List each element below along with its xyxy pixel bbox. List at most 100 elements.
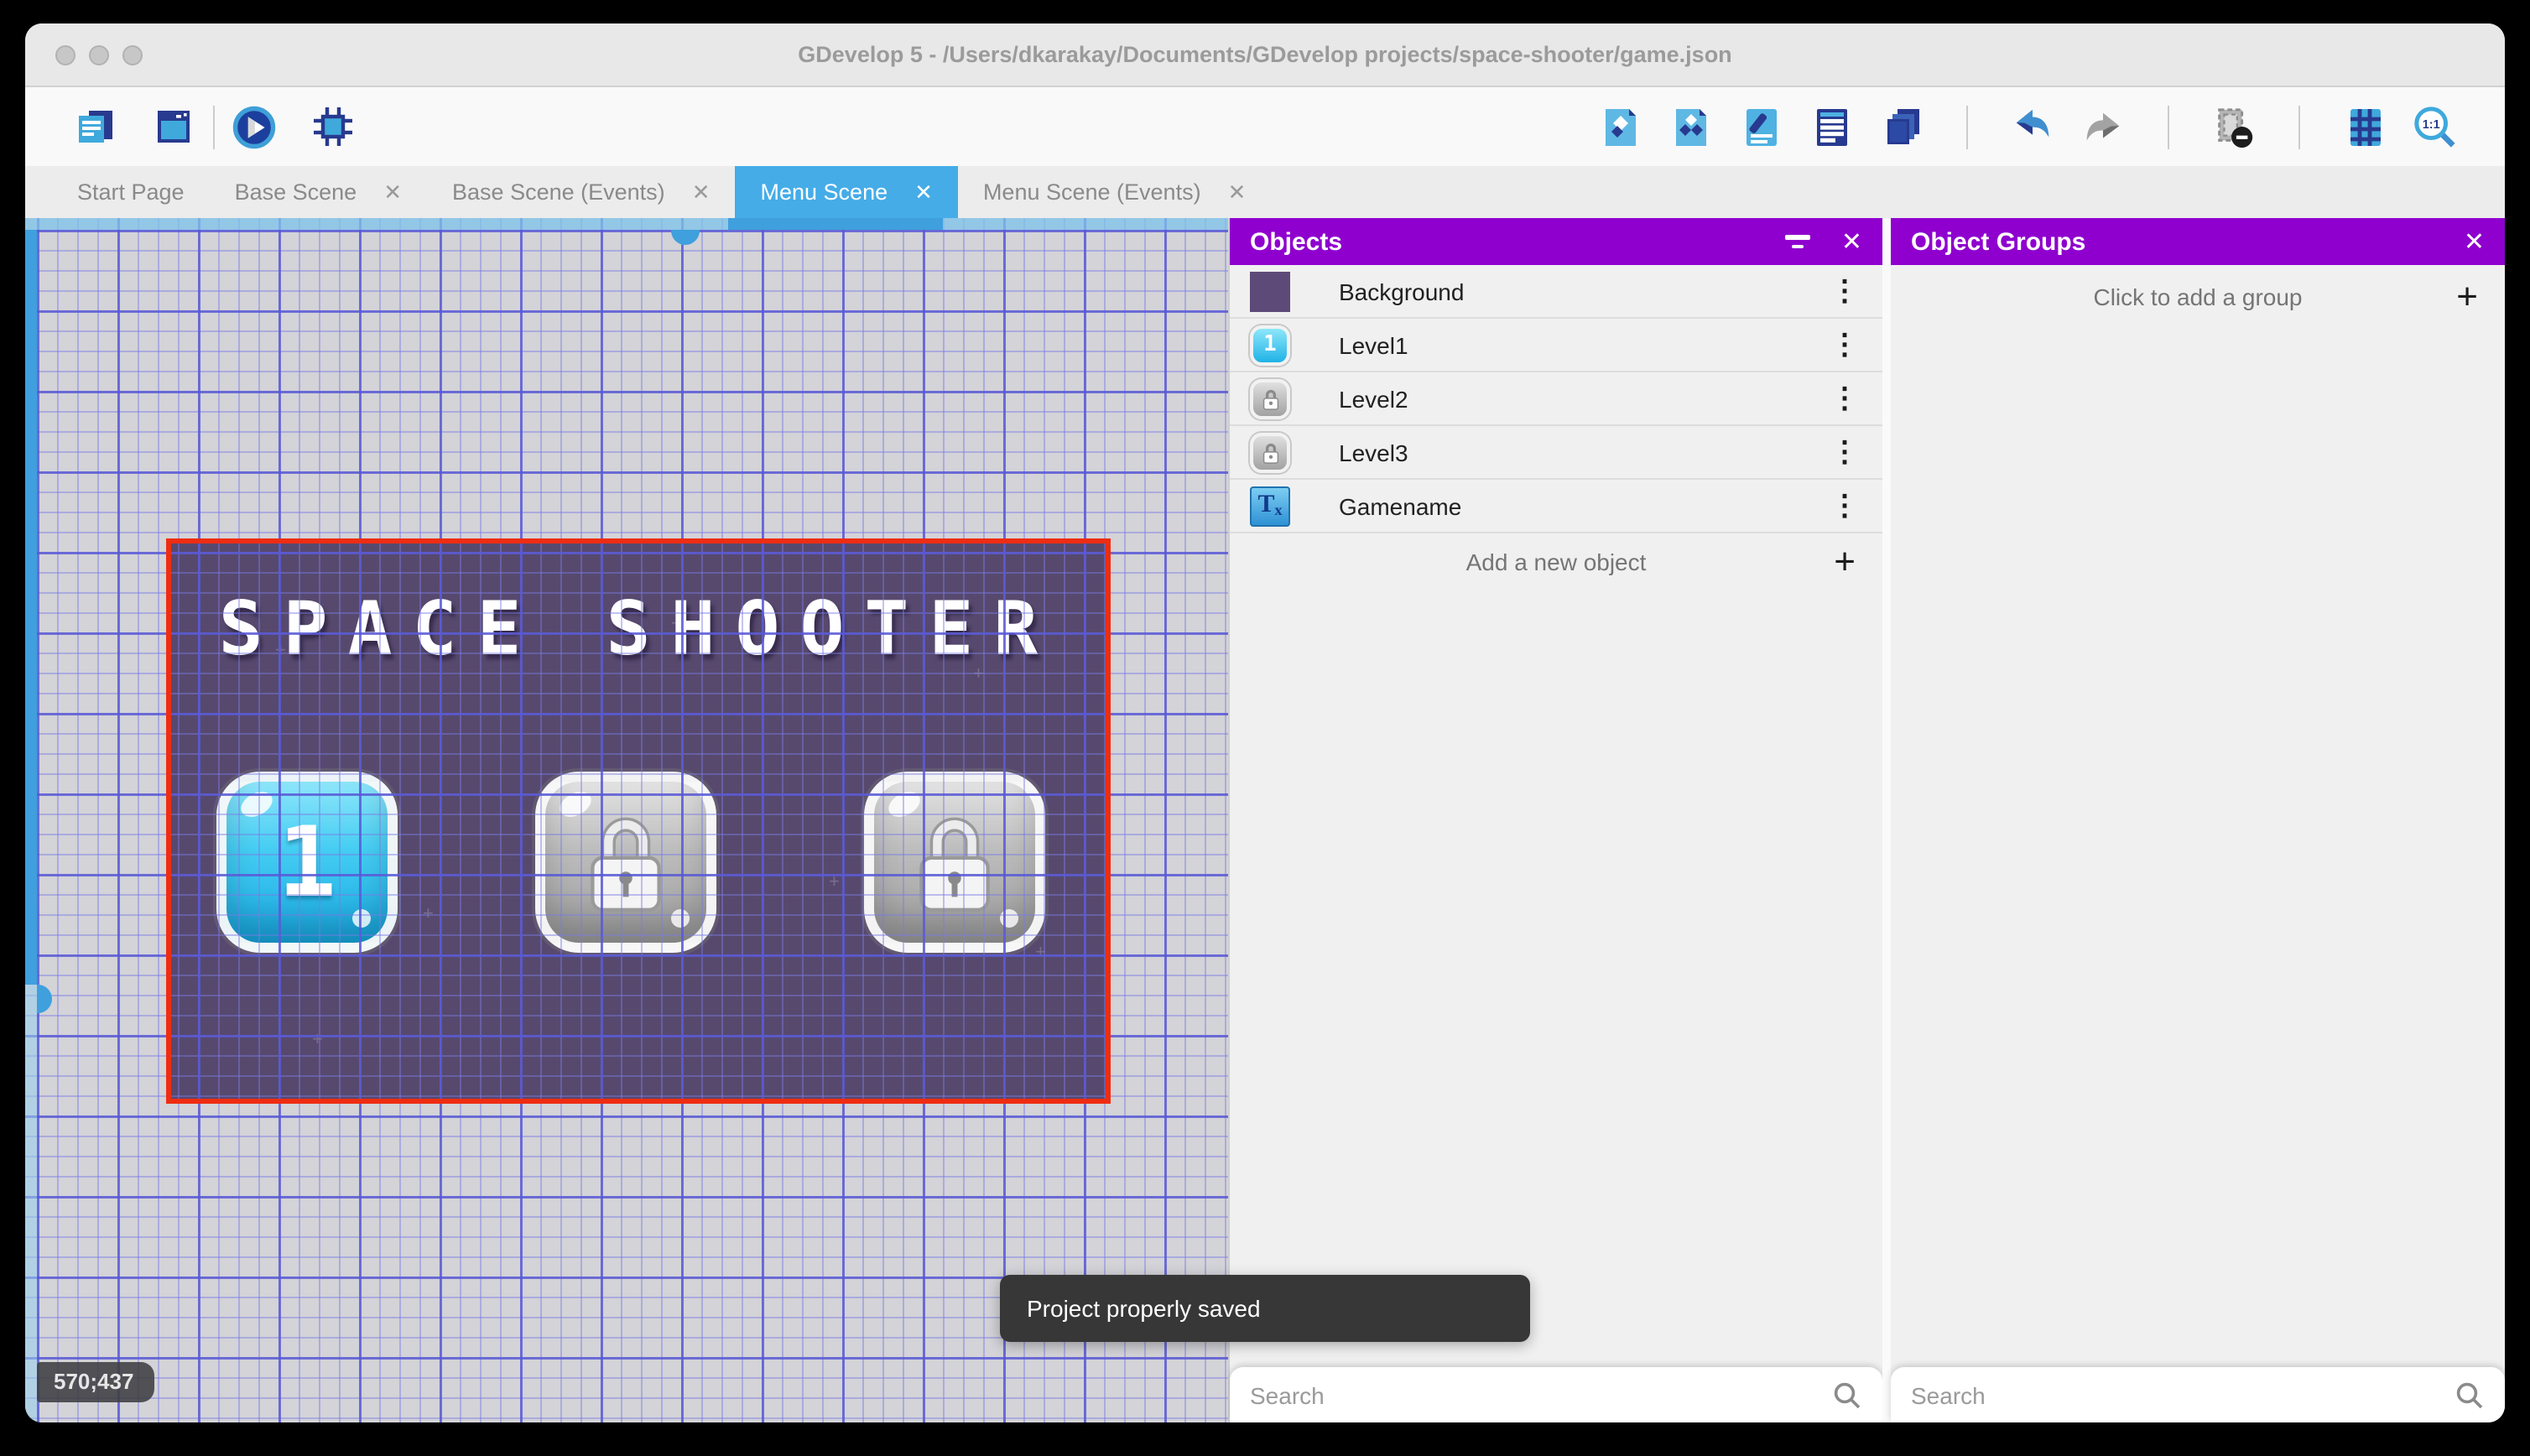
plus-icon: +: [1834, 539, 1856, 581]
object-groups-search-input[interactable]: [1911, 1381, 2455, 1408]
main-area: SPACE SHOOTER + + + + + + + 1 570;437 Ob…: [25, 218, 2505, 1422]
toolbar-divider: [1966, 105, 1968, 148]
horizontal-scrollbar-marker[interactable]: [671, 230, 700, 245]
level3-locked-button-instance[interactable]: [864, 772, 1045, 953]
object-row-level2[interactable]: Level2 ⋮: [1230, 372, 1882, 426]
toolbar-preview-group: [232, 104, 356, 149]
object-row-level3[interactable]: Level3 ⋮: [1230, 426, 1882, 480]
background-thumbnail: [1250, 271, 1290, 311]
window-title: GDevelop 5 - /Users/dkarakay/Documents/G…: [798, 42, 1732, 67]
tab-start-page[interactable]: Start Page: [52, 166, 210, 218]
add-group-label: Click to add a group: [2093, 283, 2303, 309]
toast-message: Project properly saved: [1027, 1295, 1261, 1322]
object-groups-panel: Object Groups ✕ Click to add a group +: [1891, 218, 2505, 1422]
object-groups-empty-space: [1891, 327, 2505, 1367]
objects-panel-header: Objects ✕: [1230, 218, 1882, 265]
sparkle-decoration: +: [671, 614, 682, 634]
lock-icon: [591, 817, 661, 912]
object-menu-icon[interactable]: ⋮: [1830, 330, 1859, 359]
main-toolbar: 1:1: [25, 87, 2505, 166]
level1-button-instance[interactable]: 1: [216, 772, 398, 953]
project-manager-icon[interactable]: [72, 104, 117, 149]
toolbar-divider: [213, 105, 215, 148]
editor-tabs: Start Page Base Scene ✕ Base Scene (Even…: [25, 166, 2505, 218]
scene-background-instance[interactable]: SPACE SHOOTER + + + + + + + 1: [171, 543, 1106, 1099]
object-name: Level2: [1339, 385, 1408, 412]
instances-list-panel-icon[interactable]: [1809, 104, 1854, 149]
add-group-button[interactable]: Click to add a group +: [1891, 265, 2505, 327]
object-groups-panel-icon[interactable]: [1668, 104, 1713, 149]
object-groups-panel-header: Object Groups ✕: [1891, 218, 2505, 265]
object-menu-icon[interactable]: ⋮: [1830, 384, 1859, 413]
object-row-level1[interactable]: 1 Level1 ⋮: [1230, 319, 1882, 372]
object-name: Level3: [1339, 439, 1408, 465]
play-preview-icon[interactable]: [232, 104, 277, 149]
level1-thumbnail: 1: [1250, 325, 1290, 365]
app-window: GDevelop 5 - /Users/dkarakay/Documents/G…: [25, 23, 2505, 1422]
scene-editor-canvas[interactable]: SPACE SHOOTER + + + + + + + 1 570;437: [25, 218, 1228, 1422]
close-tab-icon[interactable]: ✕: [383, 179, 402, 205]
vertical-scrollbar-thumb[interactable]: [25, 230, 37, 985]
close-tab-icon[interactable]: ✕: [692, 179, 711, 205]
gamename-thumbnail: Tx: [1250, 486, 1290, 526]
debug-icon[interactable]: [310, 104, 356, 149]
object-row-gamename[interactable]: Tx Gamename ⋮: [1230, 480, 1882, 533]
object-menu-icon[interactable]: ⋮: [1830, 277, 1859, 305]
tab-base-scene[interactable]: Base Scene ✕: [210, 166, 427, 218]
object-row-background[interactable]: Background ⋮: [1230, 265, 1882, 319]
tab-label: Start Page: [77, 179, 185, 205]
plus-icon: +: [2456, 274, 2478, 316]
toolbar-right-group: 1:1: [1597, 104, 2458, 149]
vertical-scrollbar-marker[interactable]: [37, 985, 52, 1013]
panel-divider[interactable]: [1882, 218, 1891, 1422]
close-tab-icon[interactable]: ✕: [914, 179, 933, 205]
filter-icon[interactable]: [1785, 235, 1811, 248]
level2-thumbnail: [1250, 378, 1290, 419]
layers-panel-icon[interactable]: [1879, 104, 1924, 149]
sparkle-decoration: +: [275, 641, 286, 661]
zoom-1-1-icon[interactable]: 1:1: [2413, 104, 2458, 149]
svg-text:1:1: 1:1: [2423, 117, 2440, 131]
remove-instances-icon[interactable]: [2211, 104, 2257, 149]
properties-panel-icon[interactable]: [1738, 104, 1783, 149]
object-menu-icon[interactable]: ⋮: [1830, 491, 1859, 520]
sparkle-decoration: +: [973, 664, 984, 684]
scene-window-icon[interactable]: [151, 104, 196, 149]
object-name: Level1: [1339, 331, 1408, 358]
grid-icon[interactable]: [2342, 104, 2387, 149]
lock-icon: [1262, 442, 1278, 463]
close-objects-panel-icon[interactable]: ✕: [1841, 229, 1862, 254]
redo-icon[interactable]: [2080, 104, 2126, 149]
objects-panel-icon[interactable]: [1597, 104, 1642, 149]
search-icon: [1834, 1381, 1861, 1408]
toolbar-left-group: [72, 104, 196, 149]
cursor-coordinates-badge: 570;437: [37, 1362, 154, 1402]
title-bar: GDevelop 5 - /Users/dkarakay/Documents/G…: [25, 23, 2505, 87]
close-tab-icon[interactable]: ✕: [1228, 179, 1247, 205]
tab-label: Base Scene: [234, 179, 357, 205]
undo-icon[interactable]: [2010, 104, 2055, 149]
screenshot-stage: GDevelop 5 - /Users/dkarakay/Documents/G…: [0, 0, 2530, 1456]
sparkle-decoration: +: [1035, 943, 1046, 963]
objects-panel: Objects ✕ Background ⋮ 1 Level1 ⋮ Level2…: [1228, 218, 1882, 1422]
horizontal-scrollbar-thumb[interactable]: [728, 218, 943, 230]
objects-panel-empty-space: [1230, 589, 1882, 1367]
canvas-vertical-scrollbar[interactable]: [25, 230, 52, 1422]
toolbar-divider: [2298, 105, 2300, 148]
add-new-object-button[interactable]: Add a new object +: [1230, 533, 1882, 589]
tab-menu-scene[interactable]: Menu Scene ✕: [735, 166, 958, 218]
objects-search-bar: [1230, 1367, 1882, 1422]
tab-menu-scene-events[interactable]: Menu Scene (Events) ✕: [958, 166, 1271, 218]
level2-locked-button-instance[interactable]: [535, 772, 716, 953]
save-toast: Project properly saved: [1000, 1275, 1530, 1342]
tab-base-scene-events[interactable]: Base Scene (Events) ✕: [427, 166, 735, 218]
scene-title-text[interactable]: SPACE SHOOTER: [171, 587, 1106, 673]
close-object-groups-panel-icon[interactable]: ✕: [2464, 229, 2485, 254]
tab-label: Menu Scene (Events): [982, 179, 1201, 205]
sparkle-decoration: +: [312, 1030, 323, 1050]
objects-search-input[interactable]: [1250, 1381, 1832, 1408]
canvas-horizontal-scrollbar[interactable]: [25, 218, 1228, 245]
toolbar-divider: [2168, 105, 2169, 148]
object-menu-icon[interactable]: ⋮: [1830, 438, 1859, 466]
tab-label: Base Scene (Events): [452, 179, 665, 205]
